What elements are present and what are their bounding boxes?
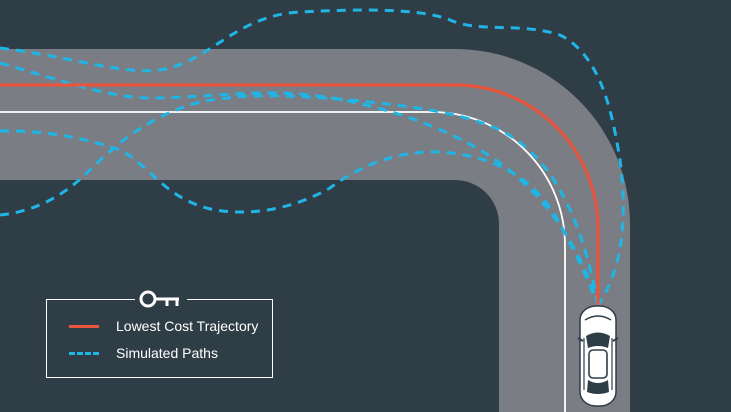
legend-item-simulated: Simulated Paths <box>69 344 218 362</box>
solid-line-swatch <box>69 324 99 328</box>
legend-label: Simulated Paths <box>116 345 218 361</box>
key-icon <box>135 288 187 310</box>
car-icon <box>577 305 619 407</box>
legend-item-lowest-cost: Lowest Cost Trajectory <box>69 317 258 335</box>
legend-label: Lowest Cost Trajectory <box>116 318 259 334</box>
legend: Lowest Cost Trajectory Simulated Paths <box>46 288 273 378</box>
dashed-line-swatch <box>69 351 99 355</box>
